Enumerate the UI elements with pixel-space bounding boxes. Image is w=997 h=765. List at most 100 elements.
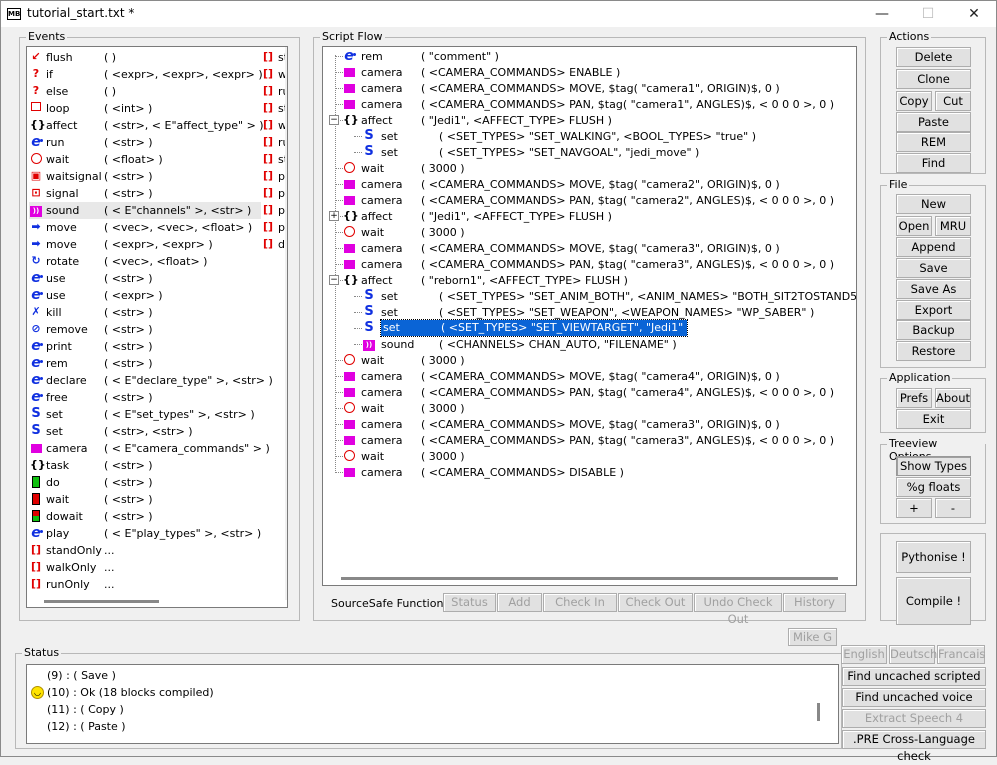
status-scrollbar[interactable] bbox=[817, 703, 820, 721]
event-name: flush bbox=[46, 51, 73, 64]
event-item[interactable]: e use ( <expr> ) bbox=[29, 287, 261, 304]
braces-icon: {} bbox=[343, 209, 359, 222]
user-name-button[interactable]: Mike G bbox=[788, 628, 837, 646]
find-uncached-audio-button[interactable]: Find uncached scripted audio bbox=[842, 667, 986, 700]
save-button[interactable]: Save bbox=[896, 258, 971, 278]
event-item[interactable]: [] standOnly... bbox=[29, 542, 261, 559]
collapse-icon[interactable]: − bbox=[329, 115, 339, 125]
script-args: ( <SET_TYPES> "SET_WEAPON", <WEAPON_NAME… bbox=[439, 306, 815, 319]
script-tree[interactable]: e rem ( "comment" ) camera ( <CAMERA_COMMAND… bbox=[322, 46, 857, 586]
event-item[interactable]: ↻ rotate ( <vec>, <float> ) bbox=[29, 253, 261, 270]
sourcesafe-button[interactable]: Undo Check Out bbox=[694, 593, 782, 626]
event-item[interactable]: do ( <str> ) bbox=[29, 474, 261, 491]
status-log[interactable]: (9) : ( Save ) ◡ (10) : Ok (18 blocks comp… bbox=[26, 664, 839, 744]
mru-button[interactable]: MRU bbox=[935, 216, 971, 236]
event-item[interactable]: ✗ kill ( <str> ) bbox=[29, 304, 261, 321]
arrow-icon: ➡ bbox=[31, 237, 41, 250]
event-item[interactable]: wait ( <str> ) bbox=[29, 491, 261, 508]
script-scrollbar[interactable] bbox=[341, 577, 838, 580]
delete-button[interactable]: Delete bbox=[896, 47, 971, 67]
tree-connector bbox=[335, 56, 343, 57]
event-item[interactable]: ➡ move ( <vec>, <vec>, <float> ) bbox=[29, 219, 261, 236]
collapse-all-button[interactable]: - bbox=[935, 498, 971, 518]
sourcesafe-button[interactable]: Check In bbox=[543, 593, 617, 612]
event-name: set bbox=[46, 425, 63, 438]
event-item[interactable]: ? else ( ) bbox=[29, 83, 261, 100]
event-item[interactable]: e free ( <str> ) bbox=[29, 389, 261, 406]
event-item[interactable]: e play ( < E"play_types" >, <str> ) bbox=[29, 525, 261, 542]
status-text: (12) : ( Paste ) bbox=[47, 720, 126, 733]
event-args: ( <float> ) bbox=[104, 153, 163, 166]
cut-button[interactable]: Cut bbox=[935, 91, 971, 111]
event-item[interactable]: {} affect ( <str>, < E"affect_type" > ) bbox=[29, 117, 264, 134]
sourcesafe-button[interactable]: Status bbox=[443, 593, 496, 612]
paste-button[interactable]: Paste bbox=[896, 112, 971, 132]
extract-speech-button[interactable]: Extract Speech 4 translation bbox=[842, 709, 986, 742]
rem-button[interactable]: REM bbox=[896, 132, 971, 152]
event-item[interactable]: ➡ move ( <expr>, <expr> ) bbox=[29, 236, 261, 253]
sourcesafe-button[interactable]: Add bbox=[497, 593, 542, 612]
language-button[interactable]: Deutsch bbox=[889, 645, 937, 664]
event-item[interactable]: e run ( <str> ) bbox=[29, 134, 261, 151]
camera-icon bbox=[343, 418, 355, 430]
sourcesafe-button[interactable]: History bbox=[783, 593, 846, 612]
clone-button[interactable]: Clone bbox=[896, 69, 971, 89]
find-uncached-voice-button[interactable]: Find uncached voice files bbox=[842, 688, 986, 721]
restore-button[interactable]: Restore bbox=[896, 341, 971, 361]
event-item[interactable]: [] walkOnly... bbox=[29, 559, 261, 576]
set-icon: S bbox=[364, 288, 374, 303]
event-item[interactable]: ⊡ signal ( <str> ) bbox=[29, 185, 261, 202]
event-item[interactable]: ⊘ remove ( <str> ) bbox=[29, 321, 261, 338]
event-item[interactable]: [] runOnly... bbox=[29, 576, 261, 593]
sourcesafe-button[interactable]: Check Out bbox=[618, 593, 693, 612]
export-button[interactable]: Export bbox=[896, 300, 971, 320]
save-as-button[interactable]: Save As bbox=[896, 279, 971, 299]
event-item[interactable]: Sset ( <str>, <str> ) bbox=[29, 423, 261, 440]
event-item[interactable]: )) sound ( < E"channels" >, <str> ) bbox=[29, 202, 261, 219]
camera-icon bbox=[343, 178, 355, 190]
pre-cross-language-button[interactable]: .PRE Cross-Language check bbox=[842, 730, 986, 763]
append-button[interactable]: Append bbox=[896, 237, 971, 257]
event-item[interactable]: e declare ( < E"declare_type" >, <str> ) bbox=[29, 372, 273, 389]
event-item[interactable]: ↙ flush ( ) bbox=[29, 49, 261, 66]
event-item[interactable]: Sset ( < E"set_types" >, <str> ) bbox=[29, 406, 261, 423]
language-button[interactable]: Francais bbox=[937, 645, 985, 664]
tree-connector bbox=[354, 328, 362, 329]
language-button[interactable]: English bbox=[841, 645, 887, 664]
new-button[interactable]: New bbox=[896, 194, 971, 214]
expand-icon[interactable]: + bbox=[329, 211, 339, 221]
event-item[interactable]: e rem ( <str> ) bbox=[29, 355, 261, 372]
exit-button[interactable]: Exit bbox=[896, 409, 971, 429]
about-button[interactable]: About bbox=[935, 388, 971, 408]
event-item[interactable]: wait ( <float> ) bbox=[29, 151, 261, 168]
events-scrollbar[interactable] bbox=[44, 600, 159, 603]
event-item[interactable]: loop ( <int> ) bbox=[29, 100, 261, 117]
script-command: camera bbox=[361, 370, 403, 383]
minimize-button[interactable]: — bbox=[859, 1, 905, 27]
event-args: ( <str> ) bbox=[104, 391, 153, 404]
collapse-icon[interactable]: − bbox=[329, 275, 339, 285]
prefs-button[interactable]: Prefs bbox=[896, 388, 932, 408]
event-item[interactable]: dowait ( <str> ) bbox=[29, 508, 261, 525]
pythonise-button[interactable]: Pythonise ! bbox=[896, 541, 971, 573]
open-button[interactable]: Open bbox=[896, 216, 932, 236]
g-floats-toggle[interactable]: %g floats bbox=[896, 477, 971, 497]
event-item[interactable]: e print ( <str> ) bbox=[29, 338, 261, 355]
event-item[interactable]: ▣ waitsignal( <str> ) bbox=[29, 168, 261, 185]
events-list[interactable]: ↙ flush ( )? if ( <expr>, <expr>, <expr> )? e… bbox=[26, 46, 288, 608]
maximize-button[interactable]: ☐ bbox=[905, 1, 951, 27]
find-button[interactable]: Find bbox=[896, 153, 971, 173]
compile-button[interactable]: Compile ! bbox=[896, 577, 971, 625]
event-item[interactable]: {} task ( <str> ) bbox=[29, 457, 261, 474]
event-item[interactable]: e use ( <str> ) bbox=[29, 270, 261, 287]
events-vscroll-track[interactable] bbox=[285, 47, 287, 600]
close-button[interactable]: ✕ bbox=[951, 1, 997, 27]
expand-all-button[interactable]: + bbox=[896, 498, 932, 518]
backup-button[interactable]: Backup bbox=[896, 320, 971, 340]
event-name: rotate bbox=[46, 255, 80, 268]
event-item[interactable]: camera ( < E"camera_commands" > ) bbox=[29, 440, 270, 457]
copy-button[interactable]: Copy bbox=[896, 91, 932, 111]
script-command: affect bbox=[361, 114, 393, 127]
event-item[interactable]: ? if ( <expr>, <expr>, <expr> ) bbox=[29, 66, 263, 83]
show-types-toggle[interactable]: Show Types bbox=[896, 456, 971, 476]
